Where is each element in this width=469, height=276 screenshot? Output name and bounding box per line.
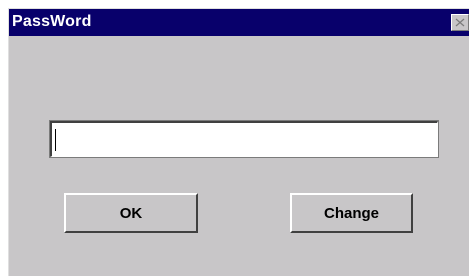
text-caret [55, 129, 56, 151]
window-title: PassWord [12, 13, 92, 30]
close-button[interactable] [451, 14, 469, 31]
ok-button-label: OK [119, 204, 143, 222]
ok-button[interactable]: OK [64, 193, 198, 233]
change-button-label: Change [323, 204, 379, 222]
password-input[interactable] [49, 120, 439, 158]
password-dialog: PassWord OK Change [8, 8, 469, 276]
title-bar: PassWord [9, 9, 469, 36]
change-button[interactable]: Change [290, 193, 413, 233]
